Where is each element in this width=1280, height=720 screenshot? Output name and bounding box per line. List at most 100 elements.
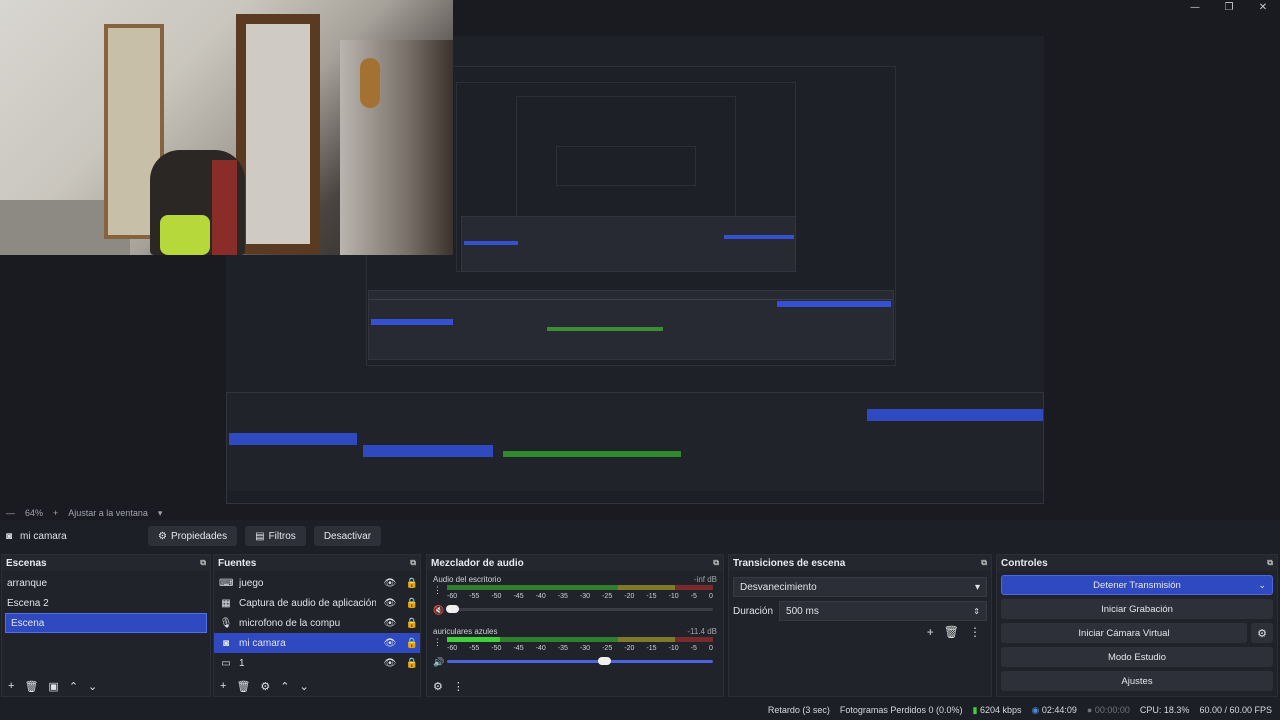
stream-icon: ◉ bbox=[1031, 704, 1040, 715]
source-item[interactable]: ⌨ juego 👁 🔒 bbox=[214, 573, 420, 593]
source-toolbar: ◙ mi camara ⚙ Propiedades ▤ Filtros Desa… bbox=[0, 522, 1280, 550]
volume-slider[interactable] bbox=[447, 657, 713, 665]
transitions-title: Transiciones de escena bbox=[733, 557, 846, 569]
source-item[interactable]: ▦ Captura de audio de aplicación (BETA) … bbox=[214, 593, 420, 613]
scene-label: Escena bbox=[11, 617, 45, 629]
advanced-audio-icon[interactable]: ⚙ bbox=[433, 680, 443, 693]
menu-icon[interactable]: ⋮ bbox=[433, 585, 442, 596]
scenes-dock: Escenas ⧉ arranque Escena 2 Escena + 🗑 ▣… bbox=[1, 554, 211, 697]
fit-dropdown-icon[interactable]: ▾ bbox=[158, 508, 163, 519]
dropped-frames: Fotogramas Perdidos 0 (0.0%) bbox=[839, 705, 963, 715]
source-item-selected[interactable]: ◙ mi camara 👁 🔒 bbox=[214, 633, 420, 653]
meter-scale: -60 -55 -50 -45 -40 -35 -30 -25 -20 -15 -10 -5 0 bbox=[447, 645, 713, 652]
start-recording-label: Iniciar Grabación bbox=[1101, 603, 1173, 615]
eye-icon[interactable]: 👁 bbox=[382, 638, 398, 649]
up-icon[interactable]: ⌃ bbox=[69, 680, 78, 693]
scale-tick: -40 bbox=[535, 645, 546, 652]
scale-tick: -20 bbox=[624, 645, 635, 652]
duration-value: 500 ms bbox=[786, 605, 819, 617]
eye-icon[interactable]: 👁 bbox=[382, 598, 398, 609]
popout-icon[interactable]: ⧉ bbox=[981, 558, 987, 568]
scene-item[interactable]: Escena 2 bbox=[2, 593, 210, 613]
mixer-channel: auriculares azules -11.4 dB ⋮ -60 -55 -50-… bbox=[427, 625, 723, 677]
preview-canvas[interactable]: — ❐ ✕ bbox=[0, 0, 1280, 506]
filters-button[interactable]: ▤ Filtros bbox=[245, 526, 306, 546]
menu-icon[interactable]: ⋮ bbox=[969, 625, 981, 639]
volume-slider[interactable] bbox=[446, 605, 713, 613]
scale-tick: -60 bbox=[447, 645, 458, 652]
virtual-cam-row: Iniciar Cámara Virtual ⚙ bbox=[1001, 623, 1273, 643]
lock-icon[interactable]: 🔒 bbox=[404, 598, 420, 609]
channel-name: Audio del escritorio bbox=[433, 575, 502, 584]
down-icon[interactable]: ⌄ bbox=[300, 680, 309, 693]
transitions-dock: Transiciones de escena ⧉ Desvanecimiento… bbox=[728, 554, 992, 697]
properties-label: Propiedades bbox=[170, 530, 228, 542]
menu-icon[interactable]: ⋮ bbox=[433, 637, 442, 648]
up-icon[interactable]: ⌃ bbox=[280, 680, 289, 693]
properties-button[interactable]: ⚙ Propiedades bbox=[148, 526, 238, 546]
controls-title: Controles bbox=[1001, 557, 1048, 569]
maximize-icon[interactable]: ❐ bbox=[1212, 0, 1246, 14]
gear-icon[interactable]: ⚙ bbox=[260, 680, 270, 693]
muted-speaker-icon[interactable]: 🔇 bbox=[433, 605, 444, 616]
source-item[interactable]: ▭ 1 👁 🔒 bbox=[214, 653, 420, 673]
scene-item-selected[interactable]: Escena bbox=[5, 613, 207, 633]
popout-icon[interactable]: ⧉ bbox=[1267, 558, 1273, 568]
start-recording-button[interactable]: Iniciar Grabación bbox=[1001, 599, 1273, 619]
source-label: Captura de audio de aplicación (BETA) bbox=[239, 597, 376, 609]
close-icon[interactable]: ✕ bbox=[1246, 0, 1280, 14]
menu-icon[interactable]: ⋮ bbox=[453, 680, 464, 693]
scale-tick: -45 bbox=[513, 645, 524, 652]
stepper-icon[interactable]: ⇕ bbox=[973, 607, 980, 616]
transition-tools: + 🗑 ⋮ bbox=[927, 625, 981, 639]
lock-icon[interactable]: 🔒 bbox=[404, 618, 420, 629]
add-icon[interactable]: + bbox=[927, 625, 934, 639]
down-icon[interactable]: ⌄ bbox=[88, 680, 97, 693]
zoom-in-icon[interactable]: + bbox=[53, 508, 58, 518]
selected-source-name: mi camara bbox=[20, 530, 67, 542]
virtual-cam-label: Iniciar Cámara Virtual bbox=[1078, 627, 1170, 639]
speaker-icon[interactable]: 🔊 bbox=[433, 657, 444, 668]
cpu-usage: CPU: 18.3% bbox=[1139, 705, 1190, 715]
trash-icon[interactable]: 🗑 bbox=[944, 625, 959, 639]
lock-icon[interactable]: 🔒 bbox=[404, 638, 420, 649]
source-label: juego bbox=[239, 577, 264, 589]
duration-field[interactable]: 500 ms ⇕ bbox=[779, 601, 987, 621]
minimize-icon[interactable]: — bbox=[1178, 0, 1212, 14]
scale-tick: -50 bbox=[491, 593, 502, 600]
filter-icon[interactable]: ▣ bbox=[48, 680, 58, 693]
transition-select[interactable]: Desvanecimiento ▾ bbox=[733, 577, 987, 597]
zoom-out-icon[interactable]: — bbox=[6, 508, 15, 518]
popout-icon[interactable]: ⧉ bbox=[713, 558, 719, 568]
gear-icon[interactable]: ⚙ bbox=[1251, 623, 1273, 643]
lock-icon[interactable]: 🔒 bbox=[404, 658, 420, 669]
chevron-down-icon[interactable]: ⌄ bbox=[1258, 580, 1266, 591]
eye-icon[interactable]: 👁 bbox=[382, 578, 398, 589]
mixer-title: Mezclador de audio bbox=[431, 557, 524, 569]
scale-tick: -45 bbox=[513, 593, 524, 600]
trash-icon[interactable]: 🗑 bbox=[236, 680, 250, 693]
eye-icon[interactable]: 👁 bbox=[382, 658, 398, 669]
scene-item[interactable]: arranque bbox=[2, 573, 210, 593]
trash-icon[interactable]: 🗑 bbox=[24, 680, 38, 693]
scale-tick: -30 bbox=[579, 593, 591, 600]
mixer-footer: ⚙ ⋮ bbox=[427, 676, 723, 696]
start-virtual-cam-button[interactable]: Iniciar Cámara Virtual bbox=[1001, 623, 1247, 643]
source-label: 1 bbox=[239, 657, 245, 669]
settings-button[interactable]: Ajustes bbox=[1001, 671, 1273, 691]
scenes-list: arranque Escena 2 Escena bbox=[2, 573, 210, 676]
popout-icon[interactable]: ⧉ bbox=[200, 558, 206, 568]
studio-mode-button[interactable]: Modo Estudio bbox=[1001, 647, 1273, 667]
add-icon[interactable]: + bbox=[8, 680, 14, 692]
channel-db: -11.4 dB bbox=[687, 627, 717, 636]
lock-icon[interactable]: 🔒 bbox=[404, 578, 420, 589]
transition-value: Desvanecimiento bbox=[740, 581, 817, 593]
eye-icon[interactable]: 👁 bbox=[382, 618, 398, 629]
fit-window-label: Ajustar a la ventana bbox=[68, 508, 148, 518]
popout-icon[interactable]: ⧉ bbox=[410, 558, 416, 568]
stop-stream-button[interactable]: Detener Transmisión ⌄ bbox=[1001, 575, 1273, 595]
deactivate-button[interactable]: Desactivar bbox=[313, 526, 382, 546]
controls-dock: Controles ⧉ Detener Transmisión ⌄ Inicia… bbox=[996, 554, 1278, 697]
add-icon[interactable]: + bbox=[220, 680, 226, 692]
source-item[interactable]: 🎙 microfono de la compu 👁 🔒 bbox=[214, 613, 420, 633]
